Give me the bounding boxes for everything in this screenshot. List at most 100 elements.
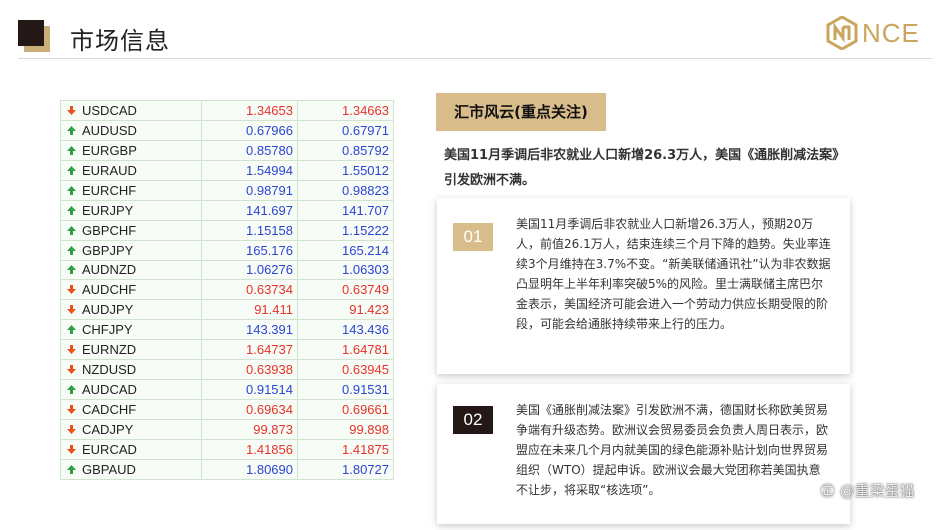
quote-symbol: AUDCAD xyxy=(82,382,137,398)
quote-bid: 0.63734 xyxy=(201,279,298,301)
quote-symbol: EURJPY xyxy=(82,202,134,218)
quote-row: AUDUSD 0.67966 0.67971 xyxy=(60,119,394,141)
arrow-up-icon xyxy=(67,464,76,474)
quote-symbol-cell: CADCHF xyxy=(60,399,202,420)
quote-symbol: EURCAD xyxy=(82,441,137,457)
quote-symbol-cell: EURAUD xyxy=(60,159,202,181)
quote-symbol: EURCHF xyxy=(82,182,137,198)
quote-symbol-cell: AUDCHF xyxy=(60,279,202,301)
quote-symbol-cell: GBPJPY xyxy=(60,239,202,261)
quote-row: AUDCAD 0.91514 0.91531 xyxy=(60,379,394,401)
quote-symbol: AUDUSD xyxy=(82,122,137,138)
quote-symbol-cell: USDCAD xyxy=(60,100,202,121)
quote-bid: 1.34653 xyxy=(201,100,298,121)
arrow-up-icon xyxy=(67,265,76,275)
quote-ask: 91.423 xyxy=(297,299,394,321)
quote-symbol: GBPJPY xyxy=(82,242,134,258)
quote-row: CADCHF 0.69634 0.69661 xyxy=(60,399,394,420)
quote-row: EURGBP 0.85780 0.85792 xyxy=(60,139,394,161)
news-card-number: 01 xyxy=(453,223,493,251)
quote-bid: 99.873 xyxy=(201,419,298,440)
quote-ask: 1.06303 xyxy=(297,259,394,281)
quote-table: USDCAD 1.34653 1.34663 AUDUSD 0.67966 0.67971… xyxy=(60,100,394,480)
quote-symbol-cell: GBPAUD xyxy=(60,458,202,480)
quote-row: EURNZD 1.64737 1.64781 xyxy=(60,339,394,361)
quote-bid: 0.85780 xyxy=(201,139,298,161)
quote-symbol: CADJPY xyxy=(82,421,134,437)
quote-symbol: AUDNZD xyxy=(82,262,137,278)
arrow-down-icon xyxy=(67,285,76,295)
nce-logo-text: NCE xyxy=(862,18,920,48)
arrow-down-icon xyxy=(67,424,76,434)
quote-symbol: EURAUD xyxy=(82,162,137,178)
quote-ask: 1.55012 xyxy=(297,159,394,181)
quote-symbol: USDCAD xyxy=(82,102,137,118)
quote-bid: 143.391 xyxy=(201,319,298,341)
news-card-text: 美国《通胀削减法案》引发欧洲不满，德国财长称欧美贸易争端有升级态势。欧洲议会贸易… xyxy=(516,403,829,497)
nce-logo: NCE xyxy=(826,16,920,50)
quote-bid: 0.67966 xyxy=(201,119,298,141)
quote-symbol-cell: AUDJPY xyxy=(60,299,202,321)
arrow-up-icon xyxy=(67,385,76,395)
quote-symbol-cell: EURGBP xyxy=(60,139,202,161)
news-card-number: 02 xyxy=(453,406,493,434)
quote-symbol: CHFJPY xyxy=(82,322,133,338)
header-square-dark xyxy=(18,20,44,46)
quote-ask: 0.85792 xyxy=(297,139,394,161)
quote-row: USDCAD 1.34653 1.34663 xyxy=(60,100,394,121)
quote-symbol: GBPAUD xyxy=(82,461,136,477)
quote-bid: 0.69634 xyxy=(201,399,298,420)
news-headline: 美国11月季调后非农就业人口新增26.3万人，美国《通胀削减法案》引发欧洲不满。 xyxy=(444,148,846,188)
quote-symbol-cell: AUDCAD xyxy=(60,379,202,401)
arrow-up-icon xyxy=(67,185,76,195)
quote-ask: 99.898 xyxy=(297,419,394,440)
arrow-up-icon xyxy=(67,225,76,235)
arrow-down-icon xyxy=(67,105,76,115)
quote-symbol: EURNZD xyxy=(82,342,137,358)
quote-symbol-cell: AUDUSD xyxy=(60,119,202,141)
quote-ask: 0.67971 xyxy=(297,119,394,141)
quote-symbol-cell: EURJPY xyxy=(60,199,202,221)
quote-row: CADJPY 99.873 99.898 xyxy=(60,419,394,440)
quote-bid: 1.15158 xyxy=(201,219,298,241)
arrow-down-icon xyxy=(67,365,76,375)
quote-row: GBPAUD 1.80690 1.80727 xyxy=(60,458,394,480)
quote-row: NZDUSD 0.63938 0.63945 xyxy=(60,359,394,381)
quote-symbol-cell: CHFJPY xyxy=(60,319,202,341)
news-section-title: 汇市风云(重点关注) xyxy=(436,93,606,131)
quote-ask: 0.63749 xyxy=(297,279,394,301)
quote-bid: 0.98791 xyxy=(201,179,298,201)
quote-bid: 141.697 xyxy=(201,199,298,221)
quote-row: EURCAD 1.41856 1.41875 xyxy=(60,438,394,460)
quote-bid: 1.54994 xyxy=(201,159,298,181)
quote-symbol: AUDJPY xyxy=(82,302,134,318)
quote-ask: 143.436 xyxy=(297,319,394,341)
arrow-down-icon xyxy=(67,444,76,454)
quote-row: CHFJPY 143.391 143.436 xyxy=(60,319,394,341)
quote-ask: 1.34663 xyxy=(297,100,394,121)
arrow-up-icon xyxy=(67,245,76,255)
arrow-up-icon xyxy=(67,325,76,335)
arrow-up-icon xyxy=(67,165,76,175)
quote-row: EURCHF 0.98791 0.98823 xyxy=(60,179,394,201)
quote-symbol-cell: EURNZD xyxy=(60,339,202,361)
arrow-down-icon xyxy=(67,345,76,355)
quote-row: EURAUD 1.54994 1.55012 xyxy=(60,159,394,181)
quote-bid: 1.80690 xyxy=(201,458,298,480)
quote-ask: 0.63945 xyxy=(297,359,394,381)
quote-symbol-cell: NZDUSD xyxy=(60,359,202,381)
quote-bid: 1.06276 xyxy=(201,259,298,281)
quote-symbol: CADCHF xyxy=(82,402,137,418)
quote-symbol-cell: EURCHF xyxy=(60,179,202,201)
quote-ask: 1.41875 xyxy=(297,438,394,460)
quote-bid: 91.411 xyxy=(201,299,298,321)
watermark: ㊣ @重梁蛋猫 xyxy=(820,482,915,500)
quote-symbol-cell: EURCAD xyxy=(60,438,202,460)
quote-row: AUDCHF 0.63734 0.63749 xyxy=(60,279,394,301)
arrow-up-icon xyxy=(67,205,76,215)
quote-row: GBPCHF 1.15158 1.15222 xyxy=(60,219,394,241)
quote-symbol-cell: CADJPY xyxy=(60,419,202,440)
quote-symbol: EURGBP xyxy=(82,142,137,158)
quote-bid: 0.91514 xyxy=(201,379,298,401)
quote-ask: 1.80727 xyxy=(297,458,394,480)
